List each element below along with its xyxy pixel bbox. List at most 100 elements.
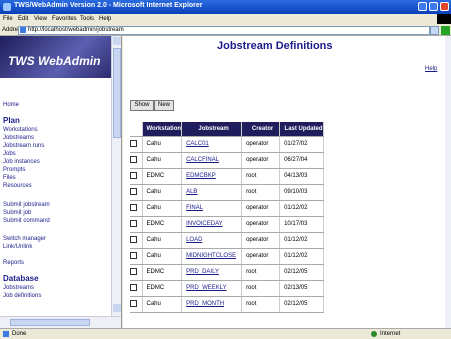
cell-workstation: Cahu: [141, 184, 182, 201]
table-row: Cahu LOAD operator 01/12/02: [130, 232, 325, 249]
nav-submit-job[interactable]: Submit job: [3, 210, 31, 216]
nav-plan-jobstream-runs[interactable]: Jobstream runs: [3, 143, 44, 149]
cell-workstation: EDMC: [141, 280, 182, 297]
hscroll-thumb[interactable]: [10, 319, 90, 326]
row-checkbox[interactable]: [130, 268, 137, 276]
cell-creator: operator: [241, 248, 280, 265]
scroll-up-icon[interactable]: [113, 37, 121, 45]
page-status-icon: [3, 331, 9, 337]
nav-plan-jobstreams[interactable]: Jobstreams: [3, 135, 34, 141]
nav-db-jobstreams[interactable]: Jobstreams: [3, 285, 34, 291]
header-creator: Creator: [241, 122, 280, 137]
jobstream-link[interactable]: PRD_DAILY: [181, 264, 242, 281]
help-link[interactable]: Help: [425, 66, 437, 72]
main-vertical-scrollbar[interactable]: [445, 36, 451, 328]
nav-database-heading: Database: [3, 274, 39, 283]
nav-plan-prompts[interactable]: Prompts: [3, 167, 25, 173]
row-checkbox[interactable]: [130, 204, 137, 212]
row-checkbox[interactable]: [130, 140, 137, 148]
security-zone: Internet: [380, 331, 401, 337]
maximize-button[interactable]: [429, 2, 438, 11]
menu-view[interactable]: View: [34, 16, 47, 22]
cell-creator: root: [241, 264, 280, 281]
browser-window: TWS/WebAdmin Version 2.0 - Microsoft Int…: [0, 0, 451, 339]
table-row: Cahu PRD_MONTH root 02/12/05: [130, 296, 325, 313]
table-row: EDMC EDMCBKP root 04/13/03: [130, 168, 325, 185]
jobstream-link[interactable]: PRD_WEEKLY: [181, 280, 242, 297]
left-horizontal-scrollbar[interactable]: [0, 316, 121, 328]
jobstream-table: Workstation Jobstream Creator Last Updat…: [130, 122, 325, 313]
cell-creator: operator: [241, 216, 280, 233]
cell-last-updated: 02/12/05: [279, 264, 325, 281]
nav-plan-resources[interactable]: Resources: [3, 183, 32, 189]
page-icon: [20, 27, 26, 33]
jobstream-link[interactable]: CALCFINAL: [181, 152, 242, 169]
cell-workstation: Cahu: [141, 152, 182, 169]
jobstream-link[interactable]: FINAL: [181, 200, 242, 217]
table-row: EDMC INVOICEDAY operator 10/17/03: [130, 216, 325, 233]
jobstream-link[interactable]: LOAD: [181, 232, 242, 249]
show-button[interactable]: Show: [130, 100, 154, 111]
table-row: Cahu CALCFINAL operator 06/27/04: [130, 152, 325, 169]
nav-plan-workstations[interactable]: Workstations: [3, 127, 38, 133]
address-input[interactable]: http://localhost/webadmin/jobstream: [18, 26, 430, 35]
nav-home[interactable]: Home: [3, 102, 19, 108]
menu-tools[interactable]: Tools: [80, 16, 94, 22]
row-checkbox[interactable]: [130, 188, 137, 196]
table-row: EDMC PRD_DAILY root 02/12/05: [130, 264, 325, 281]
left-vertical-scrollbar[interactable]: [111, 36, 121, 316]
go-button[interactable]: [441, 26, 450, 35]
menu-help[interactable]: Help: [99, 16, 111, 22]
menu-bar: File Edit View Favorites Tools Help: [0, 14, 451, 24]
jobstream-link[interactable]: ALB: [181, 184, 242, 201]
menu-edit[interactable]: Edit: [18, 16, 28, 22]
row-checkbox[interactable]: [130, 172, 137, 180]
address-bar: Address http://localhost/webadmin/jobstr…: [0, 24, 451, 36]
windows-logo-icon: [437, 14, 451, 24]
tws-webadmin-logo: TWS WebAdmin: [0, 36, 111, 78]
scroll-thumb[interactable]: [113, 48, 121, 138]
window-title: TWS/WebAdmin Version 2.0 - Microsoft Int…: [14, 2, 203, 9]
jobstream-link[interactable]: CALC01: [181, 136, 242, 153]
nav-submit-command[interactable]: Submit command: [3, 218, 50, 224]
row-checkbox[interactable]: [130, 220, 137, 228]
nav-reports[interactable]: Reports: [3, 260, 24, 266]
row-checkbox[interactable]: [130, 156, 137, 164]
nav-submit-jobstream[interactable]: Submit jobstream: [3, 202, 50, 208]
nav-db-job-definitions[interactable]: Job definitions: [3, 293, 41, 299]
new-button[interactable]: New: [154, 100, 174, 111]
nav-link-unlink[interactable]: Link/Unlink: [3, 244, 32, 250]
cell-last-updated: 06/27/04: [279, 152, 325, 169]
menu-favorites[interactable]: Favorites: [52, 16, 77, 22]
header-workstation: Workstation: [141, 122, 182, 137]
cell-workstation: EDMC: [141, 168, 182, 185]
row-checkbox[interactable]: [130, 284, 137, 292]
address-dropdown-icon[interactable]: [430, 26, 439, 35]
nav-plan-job-instances[interactable]: Job instances: [3, 159, 40, 165]
cell-creator: root: [241, 168, 280, 185]
jobstream-link[interactable]: INVOICEDAY: [181, 216, 242, 233]
nav-plan-files[interactable]: Files: [3, 175, 16, 181]
cell-last-updated: 09/10/03: [279, 184, 325, 201]
cell-last-updated: 01/12/02: [279, 232, 325, 249]
close-button[interactable]: [440, 2, 449, 11]
status-text: Done: [12, 331, 27, 337]
nav-switch-manager[interactable]: Switch manager: [3, 236, 46, 242]
jobstream-link[interactable]: EDMCBKP: [181, 168, 242, 185]
nav-plan-jobs[interactable]: Jobs: [3, 151, 16, 157]
cell-last-updated: 01/12/02: [279, 200, 325, 217]
scroll-down-icon[interactable]: [113, 304, 121, 312]
cell-creator: operator: [241, 136, 280, 153]
table-row: Cahu FINAL operator 01/12/02: [130, 200, 325, 217]
nav-plan-heading: Plan: [3, 116, 20, 125]
status-bar: Done Internet: [0, 328, 451, 339]
row-checkbox[interactable]: [130, 252, 137, 260]
cell-workstation: Cahu: [141, 136, 182, 153]
minimize-button[interactable]: [418, 2, 427, 11]
jobstream-link[interactable]: MIDNIGHTCLOSE: [181, 248, 242, 265]
row-checkbox[interactable]: [130, 300, 137, 308]
jobstream-link[interactable]: PRD_MONTH: [181, 296, 242, 313]
row-checkbox[interactable]: [130, 236, 137, 244]
menu-file[interactable]: File: [3, 16, 13, 22]
header-last-updated: Last Updated: [279, 122, 325, 137]
